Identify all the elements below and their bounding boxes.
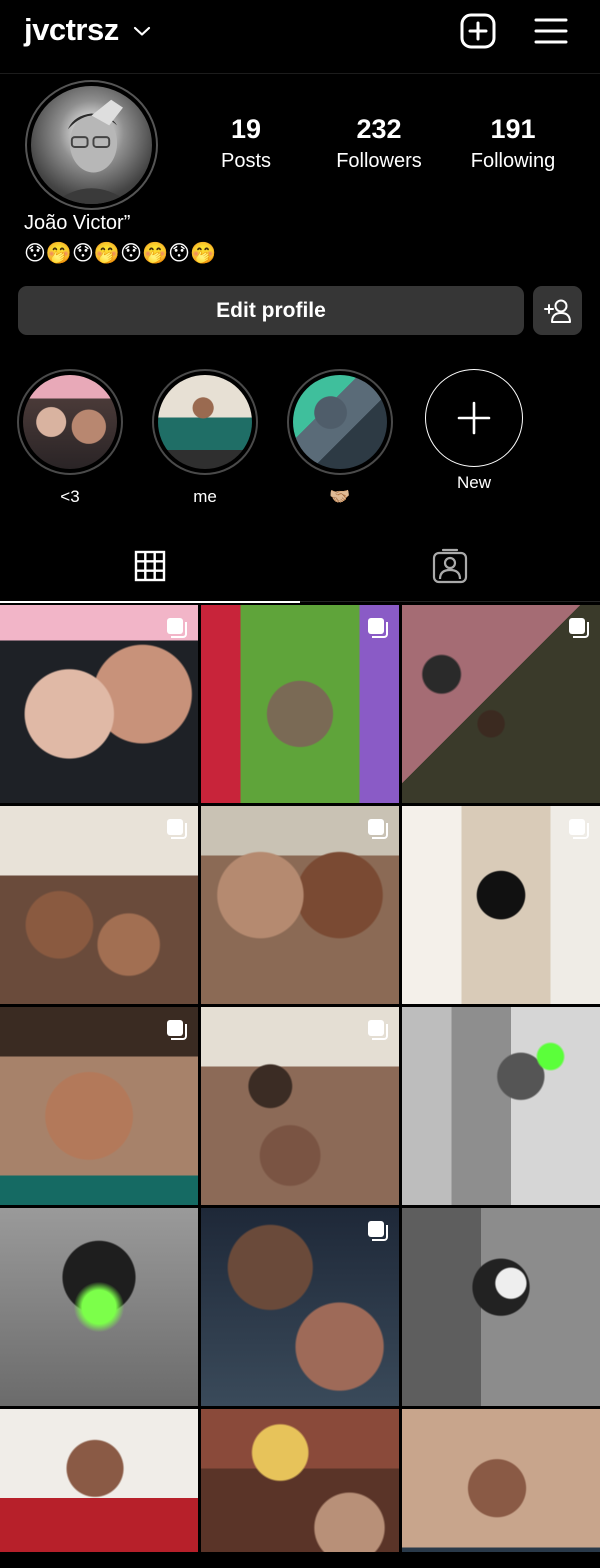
post-thumbnail[interactable] [402,1208,600,1406]
posts-stat[interactable]: 19 Posts [176,114,316,173]
carousel-icon [167,618,187,638]
bio-text: 😯🤭😯🤭😯🤭😯🤭 [24,241,217,265]
posts-label: Posts [220,150,272,172]
following-label: Following [470,150,556,172]
post-thumbnail[interactable] [201,605,399,803]
grid-icon [134,550,166,582]
highlight-label: me [193,487,217,506]
profile-tabs [0,540,600,603]
highlight-label: <3 [60,487,80,506]
followers-count: 232 [356,114,402,144]
post-thumbnail[interactable] [0,806,198,1004]
top-bar: jvctrsz [0,0,600,74]
posts-count: 19 [230,114,262,144]
carousel-icon [569,819,589,839]
highlight-2[interactable]: me [152,369,258,507]
carousel-icon [167,1020,187,1040]
following-count: 191 [490,114,536,144]
avatar-photo [31,86,152,204]
highlight-3[interactable]: 🤝🏼 [287,369,393,507]
post-thumbnail[interactable] [0,1007,198,1205]
plus-icon [457,401,491,435]
carousel-icon [167,819,187,839]
following-stat[interactable]: 191 Following [443,114,583,173]
post-thumbnail[interactable] [0,605,198,803]
add-person-icon [543,299,571,323]
hamburger-menu-icon[interactable] [532,12,570,50]
profile-avatar[interactable] [25,80,158,210]
highlight-cover [293,375,387,469]
followers-label: Followers [336,150,422,172]
highlight-1[interactable]: <3 [17,369,123,507]
posts-grid [0,605,600,1568]
edit-profile-button[interactable]: Edit profile [18,286,524,335]
tab-posts-grid[interactable] [0,540,300,603]
tab-tagged[interactable] [300,540,600,602]
post-thumbnail[interactable] [402,605,600,803]
carousel-icon [569,618,589,638]
highlight-label: New [456,473,491,492]
post-thumbnail[interactable] [201,1007,399,1205]
carousel-icon [368,618,388,638]
tagged-icon [432,548,468,584]
carousel-icon [368,819,388,839]
highlight-label: 🤝🏼 [329,487,351,506]
followers-stat[interactable]: 232 Followers [309,114,449,173]
post-thumbnail[interactable] [402,1409,600,1568]
highlight-cover [23,375,117,469]
post-thumbnail[interactable] [402,806,600,1004]
system-nav-bar [0,1552,600,1568]
username-switcher[interactable]: jvctrsz [24,12,119,48]
post-thumbnail[interactable] [402,1007,600,1205]
post-thumbnail[interactable] [0,1409,198,1568]
discover-people-button[interactable] [533,286,582,335]
plus-square-icon[interactable] [459,12,497,50]
carousel-icon [368,1221,388,1241]
carousel-icon [368,1020,388,1040]
highlight-cover [158,375,252,469]
new-highlight-button[interactable]: New [421,369,527,493]
post-thumbnail[interactable] [201,806,399,1004]
chevron-down-icon[interactable] [133,22,151,40]
display-name: João Victor” [24,212,131,234]
post-thumbnail[interactable] [0,1208,198,1406]
post-thumbnail[interactable] [201,1208,399,1406]
post-thumbnail[interactable] [201,1409,399,1568]
